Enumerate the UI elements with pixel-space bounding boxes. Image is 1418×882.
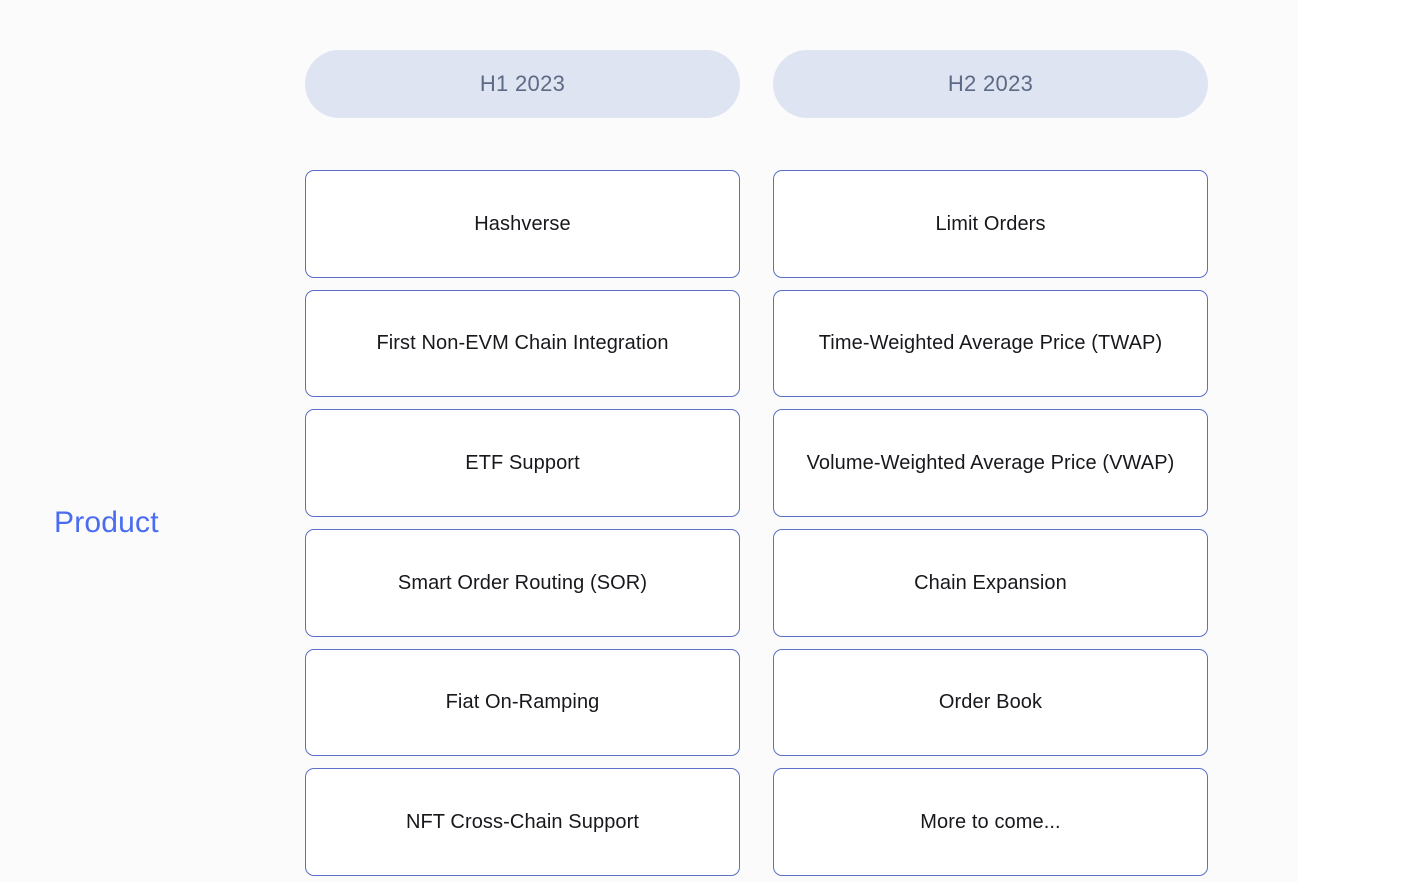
roadmap-card[interactable]: Smart Order Routing (SOR) <box>305 528 740 637</box>
roadmap-card-label: Hashverse <box>474 212 571 235</box>
roadmap-card-cell: Chain Expansion <box>773 523 1208 643</box>
right-gutter <box>1298 0 1418 882</box>
roadmap-card-label: More to come... <box>920 810 1061 833</box>
roadmap-card-cell: Volume-Weighted Average Price (VWAP) <box>773 403 1208 523</box>
roadmap-card[interactable]: Order Book <box>773 648 1208 757</box>
roadmap-card-cell: Fiat On-Ramping <box>305 643 740 763</box>
roadmap-card-label: First Non-EVM Chain Integration <box>376 332 669 355</box>
roadmap-grid: Product H1 2023 H2 2023 Hashverse First … <box>0 0 1298 882</box>
column-header-h1-2023: H1 2023 <box>305 50 740 118</box>
roadmap-card-label: Volume-Weighted Average Price (VWAP) <box>806 451 1175 474</box>
roadmap-card-label: Fiat On-Ramping <box>445 691 600 714</box>
column-header-h1-2023-label: H1 2023 <box>479 70 566 96</box>
roadmap-card-cell: Order Book <box>773 643 1208 763</box>
roadmap-card-label: ETF Support <box>465 451 580 474</box>
roadmap-card[interactable]: Time-Weighted Average Price (TWAP) <box>773 289 1208 398</box>
roadmap-card-label: Chain Expansion <box>914 571 1067 594</box>
roadmap-card[interactable]: More to come... <box>773 768 1208 876</box>
roadmap-card-cell: ETF Support <box>305 403 740 523</box>
roadmap-card-cell: More to come... <box>773 762 1208 882</box>
roadmap-card-cell: Limit Orders <box>773 164 1208 284</box>
roadmap-card-cell: Smart Order Routing (SOR) <box>305 523 740 643</box>
roadmap-card-cell: NFT Cross-Chain Support <box>305 762 740 882</box>
roadmap-panel: Product H1 2023 H2 2023 Hashverse First … <box>0 0 1298 882</box>
roadmap-card-label: Smart Order Routing (SOR) <box>397 571 648 594</box>
row-label-product: Product <box>0 164 305 882</box>
roadmap-card[interactable]: Chain Expansion <box>773 528 1208 637</box>
roadmap-card[interactable]: Hashverse <box>305 170 740 278</box>
column-header-h2-2023-label: H2 2023 <box>947 70 1034 96</box>
roadmap-card-cell: Hashverse <box>305 164 740 284</box>
roadmap-card[interactable]: First Non-EVM Chain Integration <box>305 289 740 398</box>
roadmap-card-label: Time-Weighted Average Price (TWAP) <box>818 332 1163 355</box>
roadmap-card[interactable]: ETF Support <box>305 409 740 517</box>
roadmap-card-cell: First Non-EVM Chain Integration <box>305 284 740 404</box>
roadmap-card[interactable]: Limit Orders <box>773 170 1208 278</box>
roadmap-card[interactable]: NFT Cross-Chain Support <box>305 768 740 876</box>
roadmap-card-cell: Time-Weighted Average Price (TWAP) <box>773 284 1208 404</box>
roadmap-card-label: Limit Orders <box>935 212 1046 235</box>
roadmap-card[interactable]: Volume-Weighted Average Price (VWAP) <box>773 409 1208 517</box>
row-label-text: Product <box>54 506 159 540</box>
roadmap-card[interactable]: Fiat On-Ramping <box>305 648 740 757</box>
roadmap-card-label: Order Book <box>938 691 1043 714</box>
column-header-h2-2023: H2 2023 <box>773 50 1208 118</box>
roadmap-card-label: NFT Cross-Chain Support <box>405 810 640 833</box>
